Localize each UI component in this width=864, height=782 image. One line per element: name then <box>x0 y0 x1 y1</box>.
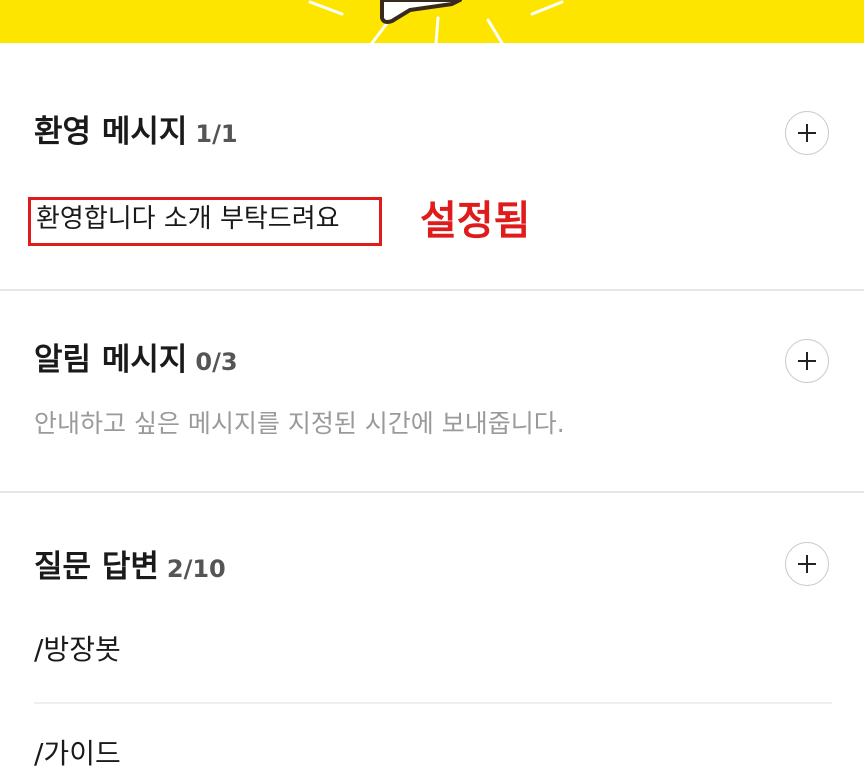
list-divider <box>34 702 832 704</box>
welcome-title-label: 환영 메시지 <box>34 114 188 150</box>
section-divider <box>0 491 864 493</box>
plus-icon <box>798 352 816 370</box>
qa-title-label: 질문 답변 <box>34 549 159 585</box>
welcome-count: 1/1 <box>195 120 238 148</box>
welcome-message-item[interactable]: 환영합니다 소개 부탁드려요 <box>36 203 340 235</box>
qa-list-item[interactable]: /방장봇 <box>34 633 121 667</box>
qa-list-item[interactable]: /가이드 <box>34 737 121 771</box>
add-notice-message-button[interactable] <box>785 339 829 383</box>
add-qa-button[interactable] <box>785 542 829 586</box>
notice-count: 0/3 <box>195 348 238 376</box>
qa-count: 2/10 <box>166 555 226 583</box>
qa-section-title: 질문 답변 2/10 <box>34 552 226 583</box>
add-welcome-message-button[interactable] <box>785 111 829 155</box>
top-banner <box>0 0 864 43</box>
set-annotation-label: 설정됨 <box>420 198 531 244</box>
welcome-section-title: 환영 메시지 1/1 <box>34 117 238 148</box>
sunburst-illustration-icon <box>308 0 564 43</box>
plus-icon <box>798 124 816 142</box>
notice-title-label: 알림 메시지 <box>34 342 188 378</box>
notice-description: 안내하고 싶은 메시지를 지정된 시간에 보내줍니다. <box>34 409 565 438</box>
notice-section-title: 알림 메시지 0/3 <box>34 345 238 376</box>
plus-icon <box>798 555 816 573</box>
section-divider <box>0 289 864 291</box>
open-chat-bot-settings: 환영 메시지 1/1 환영합니다 소개 부탁드려요 설정됨 알림 메시지 0/3 안… <box>0 0 864 782</box>
